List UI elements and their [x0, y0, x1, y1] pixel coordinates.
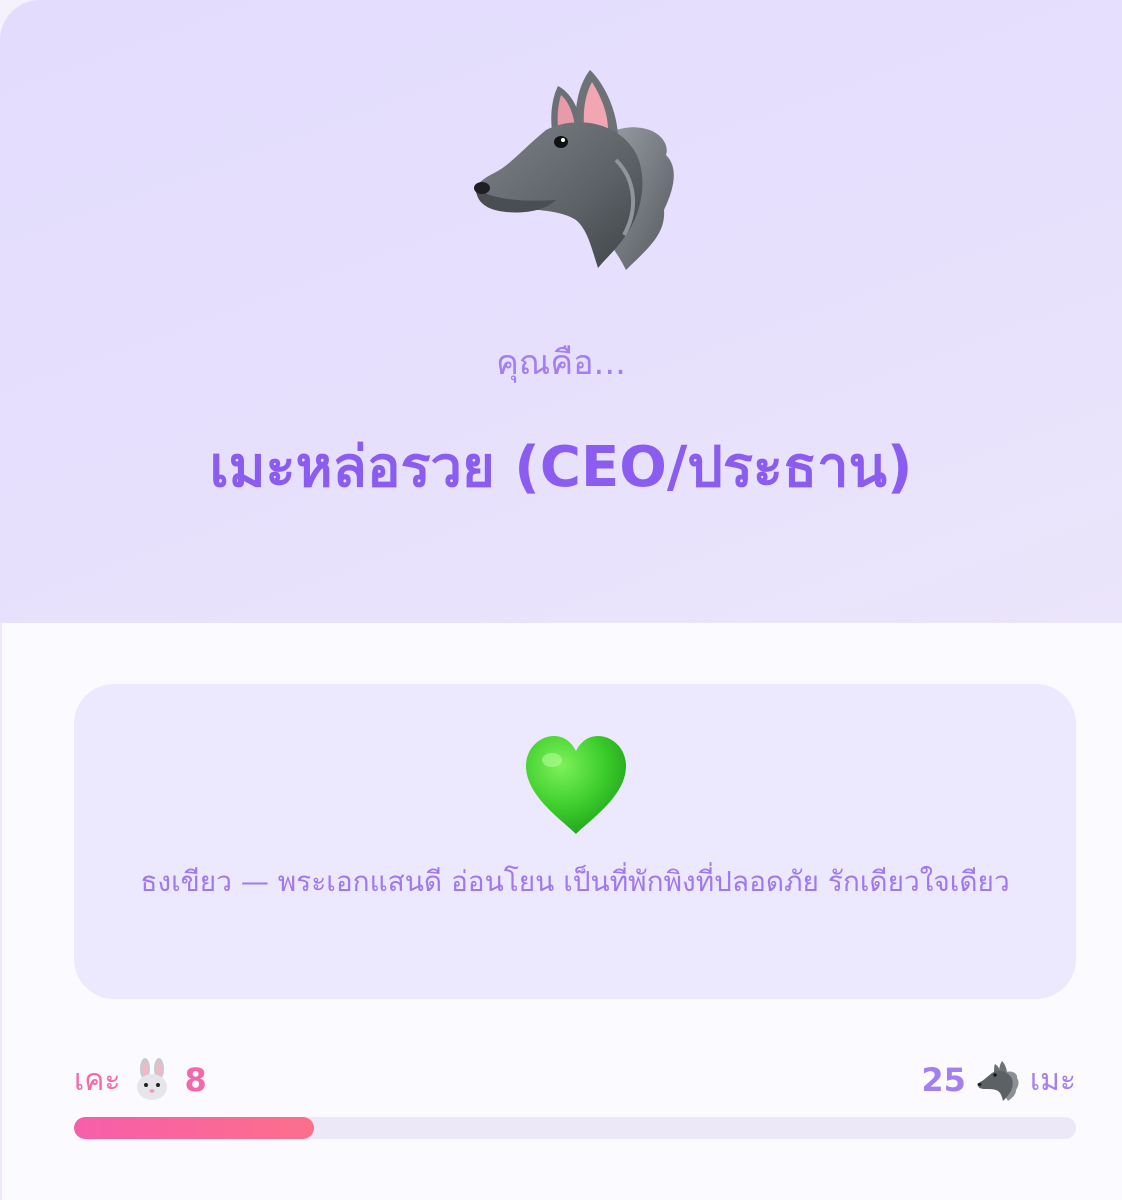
- rabbit-icon: [137, 1058, 168, 1100]
- uke-label: เคะ: [74, 1062, 121, 1098]
- result-hero: คุณคือ... เมะหล่อรวย (CEO/ประธาน): [0, 0, 1122, 623]
- green-heart-icon: [526, 736, 626, 834]
- seme-label: เมะ: [1029, 1062, 1076, 1098]
- result-title: เมะหล่อรวย (CEO/ประธาน): [209, 435, 913, 500]
- score-bar-fill: [74, 1117, 315, 1139]
- seme-score: 25: [921, 1061, 966, 1099]
- result-card: คุณคือ... เมะหล่อรวย (CEO/ประธาน) ธงเขีย…: [0, 0, 1122, 1200]
- result-description-text: ธงเขียว — พระเอกแสนดี อ่อนโยน เป็นที่พัก…: [140, 865, 1010, 898]
- score-right: 25 เมะ: [921, 1054, 1076, 1106]
- uke-score: 8: [184, 1061, 207, 1099]
- result-description-box: ธงเขียว — พระเอกแสนดี อ่อนโยน เป็นที่พัก…: [74, 684, 1076, 999]
- wolf-icon: [474, 70, 674, 270]
- score-bar-track: [74, 1117, 1076, 1139]
- score-row: เคะ 8 25 เมะ: [74, 1054, 1076, 1106]
- score-left: เคะ 8: [74, 1054, 207, 1106]
- result-pre-title: คุณคือ...: [496, 343, 626, 383]
- wolf-icon: [977, 1061, 1019, 1101]
